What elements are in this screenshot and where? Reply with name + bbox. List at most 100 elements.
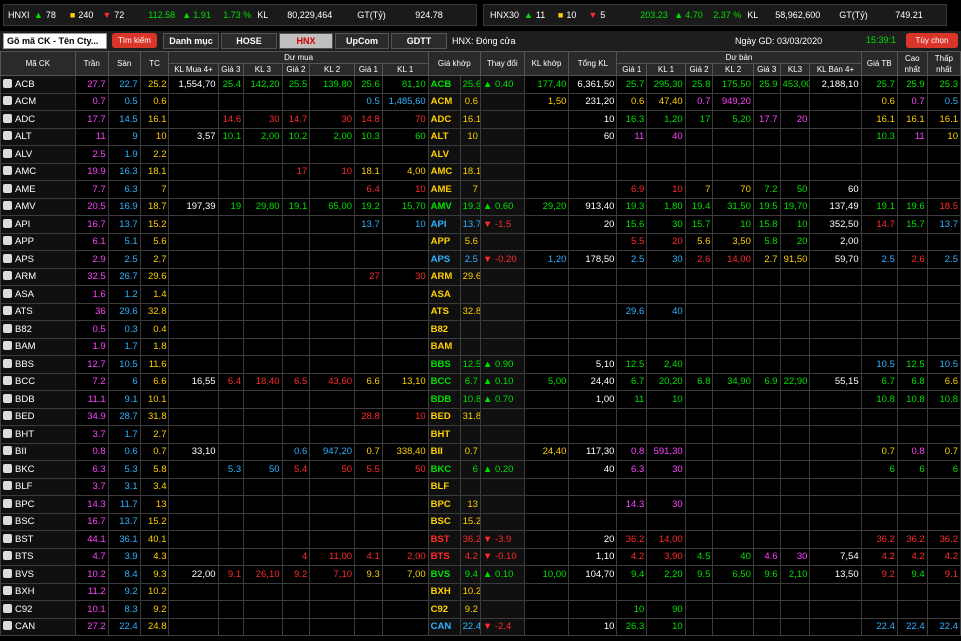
- watchlist-checkbox-icon[interactable]: [3, 498, 12, 508]
- table-row[interactable]: ADC 17.7 14.5 16.1 14.6 30 14.7 30 14.8 70 ADC 16.1…: [0, 110, 961, 129]
- symbol-cell[interactable]: ACB: [0, 75, 76, 94]
- hnx30-index-panel[interactable]: HNX30 ▲ 11 ■ 10 ▼ 5 203.23 ▲ 4.70 2.37 %…: [483, 4, 947, 26]
- watchlist-checkbox-icon[interactable]: [3, 201, 12, 211]
- symbol-cell[interactable]: AMC: [0, 162, 76, 181]
- symbol-cell[interactable]: BLF: [0, 477, 76, 496]
- col-symbol[interactable]: Mã CK: [0, 51, 76, 76]
- col-ask-2[interactable]: Giá 2: [684, 63, 714, 76]
- symbol-cell[interactable]: C92: [0, 600, 76, 619]
- watchlist-checkbox-icon[interactable]: [3, 463, 12, 473]
- watchlist-checkbox-icon[interactable]: [3, 446, 12, 456]
- symbol-cell[interactable]: ADC: [0, 110, 76, 129]
- table-row[interactable]: CAN 27.2 22.4 24.8 CAN 22.4 ▼ -2.4 10 26.3 10 22.4…: [0, 617, 961, 636]
- table-row[interactable]: BBS 12.7 10.5 11.6 BBS 12.5 ▲ 0.90 5,10 12.5 2,40…: [0, 355, 961, 374]
- watchlist-checkbox-icon[interactable]: [3, 341, 12, 351]
- col-low[interactable]: Thấp nhất: [926, 51, 961, 76]
- symbol-cell[interactable]: BPC: [0, 495, 76, 514]
- table-row[interactable]: BTS 4.7 3.9 4.3 4 11,00 4.1 2,00 BTS 4.2 ▼ -0.10 1,…: [0, 547, 961, 566]
- watchlist-checkbox-icon[interactable]: [3, 218, 12, 228]
- watchlist-checkbox-icon[interactable]: [3, 271, 12, 281]
- symbol-cell[interactable]: BVS: [0, 565, 76, 584]
- col-bid-5[interactable]: Giá 1: [354, 63, 383, 76]
- col-ask-0[interactable]: Giá 1: [616, 63, 648, 76]
- col-match-price[interactable]: Giá khớp: [427, 51, 481, 76]
- table-row[interactable]: BKC 6.3 5.3 5.8 5.3 50 5.4 50 5.5 50 BKC 6 ▲ 0.20 40 6…: [0, 460, 961, 479]
- watchlist-checkbox-icon[interactable]: [3, 306, 12, 316]
- table-row[interactable]: ATS 36 29.6 32.8 ATS 32.8 29.6 40: [0, 302, 961, 321]
- symbol-cell[interactable]: ATS: [0, 302, 76, 321]
- watchlist-checkbox-icon[interactable]: [3, 533, 12, 543]
- symbol-cell[interactable]: BCC: [0, 372, 76, 391]
- table-row[interactable]: B82 0.5 0.3 0.4 B82: [0, 320, 961, 339]
- table-row[interactable]: ASA 1.6 1.2 1.4 ASA: [0, 285, 961, 304]
- table-row[interactable]: ALT 11 9 10 3,57 10.1 2,00 10.2 2,00 10.3 60 ALT 10 6…: [0, 127, 961, 146]
- search-button[interactable]: Tìm kiếm: [112, 33, 157, 48]
- col-avg-price[interactable]: Giá TB: [860, 51, 898, 76]
- symbol-cell[interactable]: BBS: [0, 355, 76, 374]
- table-row[interactable]: BHT 3.7 1.7 2.7 BHT: [0, 425, 961, 444]
- table-row[interactable]: ALV 2.5 1.9 2.2 ALV: [0, 145, 961, 164]
- col-floor[interactable]: Sàn: [107, 51, 141, 76]
- col-bid-0[interactable]: KL Mua 4+: [168, 63, 219, 76]
- symbol-cell[interactable]: BXH: [0, 582, 76, 601]
- col-ask-6[interactable]: KL Bán 4+: [809, 63, 862, 76]
- watchlist-checkbox-icon[interactable]: [3, 253, 12, 263]
- watchlist-checkbox-icon[interactable]: [3, 603, 12, 613]
- symbol-cell[interactable]: ASA: [0, 285, 76, 304]
- tab-gdtt[interactable]: GDTT: [391, 33, 447, 49]
- watchlist-checkbox-icon[interactable]: [3, 428, 12, 438]
- table-row[interactable]: BED 34.9 28.7 31.8 28.8 10 BED 31.8: [0, 407, 961, 426]
- table-row[interactable]: API 16.7 13.7 15.2 13.7 10 API 13.7 ▼ -1.5 20 15.6…: [0, 215, 961, 234]
- symbol-cell[interactable]: BKC: [0, 460, 76, 479]
- col-reference[interactable]: TC: [139, 51, 170, 76]
- tab-danh-muc[interactable]: Danh mục: [163, 33, 219, 49]
- tab-hose[interactable]: HOSE: [221, 33, 277, 49]
- symbol-cell[interactable]: CAN: [0, 617, 76, 636]
- symbol-cell[interactable]: API: [0, 215, 76, 234]
- col-ask-1[interactable]: KL 1: [646, 63, 686, 76]
- table-row[interactable]: BII 0.8 0.6 0.7 33,10 0.6 947,20 0.7 338,40 BII 0.…: [0, 442, 961, 461]
- table-row[interactable]: BXH 11.2 9.2 10.2 BXH 10.2: [0, 582, 961, 601]
- table-row[interactable]: AMV 20.5 16.9 18.7 197,39 19 29,80 19.1 65,00 19.…: [0, 197, 961, 216]
- watchlist-checkbox-icon[interactable]: [3, 323, 12, 333]
- watchlist-checkbox-icon[interactable]: [3, 516, 12, 526]
- table-row[interactable]: C92 10.1 8.3 9.2 C92 9.2 10 90: [0, 600, 961, 619]
- table-row[interactable]: BLF 3.7 3.1 3.4 BLF: [0, 477, 961, 496]
- table-row[interactable]: BSC 16.7 13.7 15.2 BSC 15.2: [0, 512, 961, 531]
- watchlist-checkbox-icon[interactable]: [3, 96, 12, 106]
- symbol-cell[interactable]: BED: [0, 407, 76, 426]
- col-bid-6[interactable]: KL 1: [381, 63, 429, 76]
- symbol-cell[interactable]: B82: [0, 320, 76, 339]
- tab-upcom[interactable]: UpCom: [335, 33, 389, 49]
- table-row[interactable]: BVS 10.2 8.4 9.3 22,00 9.1 26,10 9.2 7,10 9.3 7,00…: [0, 565, 961, 584]
- col-ask-3[interactable]: KL 2: [712, 63, 754, 76]
- table-row[interactable]: ACB 27.7 22.7 25.2 1,554,70 25.4 142,20 25.5 139…: [0, 75, 961, 94]
- watchlist-checkbox-icon[interactable]: [3, 78, 12, 88]
- symbol-cell[interactable]: APS: [0, 250, 76, 269]
- symbol-cell[interactable]: BII: [0, 442, 76, 461]
- symbol-cell[interactable]: ALV: [0, 145, 76, 164]
- col-total-volume[interactable]: Tổng KL: [568, 51, 618, 76]
- col-ceiling[interactable]: Trần: [74, 51, 109, 76]
- tab-hnx[interactable]: HNX: [279, 33, 333, 49]
- watchlist-checkbox-icon[interactable]: [3, 393, 12, 403]
- watchlist-checkbox-icon[interactable]: [3, 621, 12, 631]
- symbol-cell[interactable]: BSC: [0, 512, 76, 531]
- col-bid-3[interactable]: Giá 2: [281, 63, 311, 76]
- watchlist-checkbox-icon[interactable]: [3, 288, 12, 298]
- table-row[interactable]: AMC 19.9 16.3 18.1 17 10 18.1 4,00 AMC 18.1: [0, 162, 961, 181]
- watchlist-checkbox-icon[interactable]: [3, 376, 12, 386]
- col-change[interactable]: Thay đổi: [479, 51, 525, 76]
- table-row[interactable]: BST 44.1 36.1 40.1 BST 36.2 ▼ -3.9 20 36.2 14,00 3…: [0, 530, 961, 549]
- table-row[interactable]: BPC 14.3 11.7 13 BPC 13 14.3 30: [0, 495, 961, 514]
- symbol-cell[interactable]: ALT: [0, 127, 76, 146]
- watchlist-checkbox-icon[interactable]: [3, 481, 12, 491]
- watchlist-checkbox-icon[interactable]: [3, 183, 12, 193]
- watchlist-checkbox-icon[interactable]: [3, 586, 12, 596]
- symbol-cell[interactable]: BDB: [0, 390, 76, 409]
- table-row[interactable]: BDB 11.1 9.1 10.1 BDB 10.8 ▲ 0.70 1,00 11 10 10.8 1…: [0, 390, 961, 409]
- options-button[interactable]: Tùy chọn: [906, 33, 958, 48]
- table-row[interactable]: BAM 1.9 1.7 1.8 BAM: [0, 337, 961, 356]
- col-bid-1[interactable]: Giá 3: [217, 63, 245, 76]
- watchlist-checkbox-icon[interactable]: [3, 358, 12, 368]
